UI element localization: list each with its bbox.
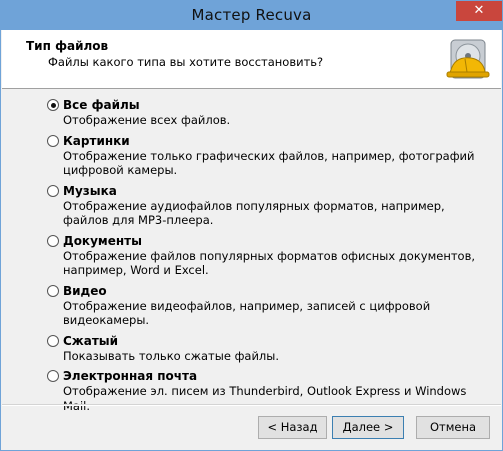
- option-label[interactable]: Музыка: [63, 183, 487, 199]
- close-icon: ✕: [473, 3, 485, 18]
- option-video[interactable]: Видео Отображение видеофайлов, например,…: [47, 283, 487, 328]
- file-type-options: Все файлы Отображение всех файлов. Карти…: [47, 97, 487, 418]
- option-music[interactable]: Музыка Отображение аудиофайлов популярны…: [47, 183, 487, 228]
- radio-button[interactable]: [47, 234, 59, 247]
- option-label[interactable]: Сжатый: [63, 333, 487, 349]
- option-email[interactable]: Электронная почта Отображение эл. писем …: [47, 368, 487, 413]
- option-description: Показывать только сжатые файлы.: [63, 348, 280, 363]
- option-label[interactable]: Электронная почта: [63, 368, 487, 384]
- option-documents[interactable]: Документы Отображение файлов популярных …: [47, 233, 487, 278]
- title-bar[interactable]: Мастер Recuva ✕: [1, 1, 502, 30]
- option-description: Отображение аудиофайлов популярных форма…: [63, 198, 445, 228]
- radio-button[interactable]: [47, 134, 59, 147]
- option-description: Отображение всех файлов.: [63, 113, 231, 127]
- option-description: Отображение эл. писем из Thunderbird, Ou…: [63, 384, 467, 413]
- radio-button[interactable]: [47, 370, 59, 382]
- close-button[interactable]: ✕: [456, 1, 502, 21]
- option-label[interactable]: Картинки: [63, 133, 487, 149]
- option-label[interactable]: Все файлы: [63, 97, 487, 113]
- page-title: Тип файлов: [26, 39, 109, 53]
- footer-divider-highlight: [2, 405, 501, 406]
- cancel-button[interactable]: Отмена: [416, 416, 490, 439]
- radio-button[interactable]: [47, 184, 59, 197]
- option-description: Отображение только графических файлов, н…: [63, 148, 475, 178]
- wizard-header: Тип файлов Файлы какого типа вы хотите в…: [2, 30, 501, 89]
- radio-button-checked[interactable]: [47, 99, 59, 111]
- option-compressed[interactable]: Сжатый Показывать только сжатые файлы.: [47, 333, 487, 364]
- recuva-hardhat-drive-icon: [446, 39, 490, 79]
- option-label[interactable]: Документы: [63, 233, 487, 249]
- radio-button[interactable]: [47, 334, 59, 347]
- option-description: Отображение файлов популярных форматов о…: [63, 248, 476, 278]
- radio-button[interactable]: [47, 284, 59, 297]
- option-description: Отображение видеофайлов, например, запис…: [63, 298, 431, 328]
- option-label[interactable]: Видео: [63, 283, 487, 299]
- next-button[interactable]: Далее >: [332, 416, 404, 439]
- recuva-wizard-window: Мастер Recuva ✕ Тип файлов Файлы какого …: [0, 0, 503, 451]
- window-title: Мастер Recuva: [191, 6, 312, 24]
- back-button[interactable]: < Назад: [258, 416, 327, 439]
- page-subtitle: Файлы какого типа вы хотите восстановить…: [48, 55, 324, 69]
- option-pictures[interactable]: Картинки Отображение только графических …: [47, 133, 487, 178]
- option-all-files[interactable]: Все файлы Отображение всех файлов.: [47, 97, 487, 128]
